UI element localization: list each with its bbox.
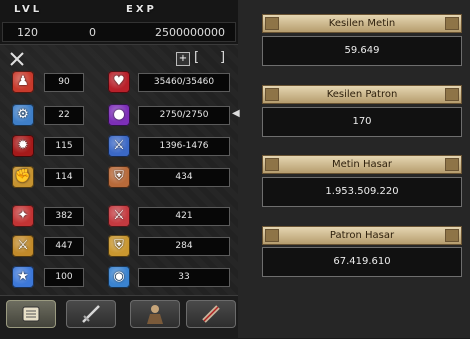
stat-value: 100 — [44, 268, 84, 287]
magic-sword-icon-glyph: ⚔ — [113, 208, 125, 223]
character-panel: LVL EXP 120 0 2500000000 + [ ] ♟ 90 ♥ 35460… — [0, 0, 240, 339]
stat-value: 421 — [138, 207, 230, 226]
magic-attack-icon[interactable]: ✦ — [12, 205, 34, 227]
stat-toolbar: + [ ] — [0, 50, 238, 68]
title-ornament-left-icon — [265, 158, 279, 171]
stat-value: 434 — [138, 168, 230, 187]
shield-defense-icon-glyph: ⛨ — [114, 169, 124, 184]
dexterity-icon[interactable]: ✹ — [12, 135, 34, 157]
magic-orb-icon[interactable]: ◉ — [108, 266, 130, 288]
metin-damage-label: Metin Hasar — [331, 159, 393, 170]
person-icon — [147, 305, 163, 324]
golden-sword-icon[interactable]: ⚔ — [12, 235, 34, 257]
boss-damage-title: Patron Hasar — [262, 226, 462, 245]
strength-figure-icon-glyph: ♟ — [17, 74, 29, 89]
vitality-fist-icon[interactable]: ✊ — [12, 166, 34, 188]
statistics-panel: ◀ Kesilen Metin 59.649 Kesilen Patron 17… — [232, 0, 470, 338]
exp-required: 2500000000 — [155, 26, 225, 39]
stat-value: 35460/35460 — [138, 73, 230, 92]
stat-value: 115 — [44, 137, 84, 156]
golden-shield-icon-glyph: ⛨ — [114, 238, 124, 253]
exp-label: EXP — [126, 4, 157, 15]
stat-value: 447 — [44, 237, 84, 256]
metin-damage-value: 1.953.509.220 — [262, 177, 462, 207]
level-exp-values: 120 0 2500000000 — [2, 22, 236, 42]
stat-value: 284 — [138, 237, 230, 256]
book-icon — [22, 306, 40, 322]
golden-shield-icon[interactable]: ⛨ — [108, 235, 130, 257]
stat-value: 90 — [44, 73, 84, 92]
sword-icon — [82, 305, 100, 323]
mana-drop-icon[interactable]: ● — [108, 104, 130, 126]
vitality-fist-icon-glyph: ✊ — [14, 169, 32, 184]
magic-attack-icon-glyph: ✦ — [17, 208, 29, 223]
quest-tab[interactable] — [186, 300, 236, 328]
title-ornament-right-icon — [445, 88, 459, 101]
metin-kills-label: Kesilen Metin — [328, 18, 396, 29]
add-stat-button[interactable]: + — [176, 52, 190, 66]
crossed-swords-icon[interactable] — [10, 52, 24, 66]
level-exp-bar: LVL EXP 120 0 2500000000 — [0, 0, 238, 45]
boss-damage-label: Patron Hasar — [329, 230, 395, 241]
level-label: LVL — [14, 4, 43, 15]
speed-figure-icon[interactable]: ★ — [12, 266, 34, 288]
emotion-tab[interactable] — [130, 300, 180, 328]
stat-value: 2750/2750 — [138, 106, 230, 125]
stat-value: 382 — [44, 207, 84, 226]
boss-kills-value: 170 — [262, 107, 462, 137]
strength-figure-icon[interactable]: ♟ — [12, 71, 34, 93]
boss-kills-title: Kesilen Patron — [262, 85, 462, 104]
title-ornament-left-icon — [265, 229, 279, 242]
metin-kills-value: 59.649 — [262, 36, 462, 66]
stat-value: 33 — [138, 268, 230, 287]
stat-value: 22 — [44, 106, 84, 125]
exp-current: 0 — [89, 26, 96, 39]
skills-tab[interactable] — [66, 300, 116, 328]
title-ornament-left-icon — [265, 17, 279, 30]
shield-defense-icon[interactable]: ⛨ — [108, 166, 130, 188]
intelligence-icon[interactable]: ⚙ — [12, 104, 34, 126]
title-ornament-right-icon — [445, 17, 459, 30]
character-tab[interactable] — [6, 300, 56, 328]
stat-value: 1396-1476 — [138, 137, 230, 156]
heart-icon[interactable]: ♥ — [108, 71, 130, 93]
heart-icon-glyph: ♥ — [113, 74, 125, 89]
speed-figure-icon-glyph: ★ — [17, 269, 29, 284]
dexterity-icon-glyph: ✹ — [17, 138, 29, 153]
intelligence-icon-glyph: ⚙ — [17, 107, 29, 122]
character-tabs — [0, 295, 238, 339]
magic-sword-icon[interactable]: ⚔ — [108, 205, 130, 227]
title-ornament-right-icon — [445, 158, 459, 171]
bracket-open: [ — [194, 50, 200, 65]
metin-kills-title: Kesilen Metin — [262, 14, 462, 33]
sword-attack-icon-glyph: ⚔ — [113, 138, 125, 153]
magic-orb-icon-glyph: ◉ — [113, 269, 125, 284]
level-value: 120 — [17, 26, 38, 39]
stat-value: 114 — [44, 168, 84, 187]
scroll-icon — [202, 305, 220, 323]
mana-drop-icon-glyph: ● — [113, 107, 125, 122]
boss-kills-label: Kesilen Patron — [326, 89, 398, 100]
bracket-close: ] — [220, 50, 226, 65]
title-ornament-right-icon — [445, 229, 459, 242]
metin-damage-title: Metin Hasar — [262, 155, 462, 174]
boss-damage-value: 67.419.610 — [262, 247, 462, 277]
sword-attack-icon[interactable]: ⚔ — [108, 135, 130, 157]
collapse-arrow-icon[interactable]: ◀ — [232, 108, 242, 122]
golden-sword-icon-glyph: ⚔ — [17, 238, 29, 253]
title-ornament-left-icon — [265, 88, 279, 101]
